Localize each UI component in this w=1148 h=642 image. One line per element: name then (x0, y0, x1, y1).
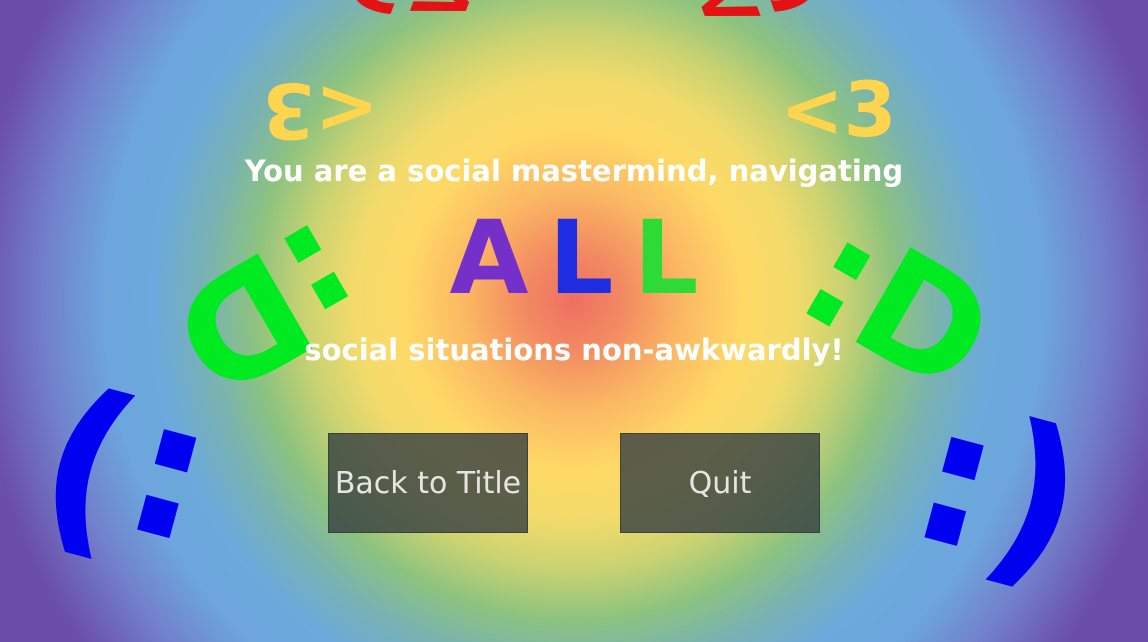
ending-screen: <3 <3 <3 <3 :D :D :) :) You are a social… (0, 0, 1148, 642)
highlight-letter: L (548, 199, 614, 318)
heart-emote-icon: <3 (337, 0, 492, 58)
ending-message-line-1: You are a social mastermind, navigating (244, 154, 904, 188)
heart-emote-icon: <3 (262, 66, 379, 155)
back-to-title-button[interactable]: Back to Title (328, 433, 528, 533)
quit-button[interactable]: Quit (620, 433, 820, 533)
smile-emote-icon: :) (14, 357, 229, 614)
heart-emote-icon: <3 (780, 65, 897, 154)
heart-emote-icon: <3 (677, 0, 832, 58)
ending-message-line-2: social situations non-awkwardly! (304, 333, 844, 367)
highlight-letter: L (633, 199, 699, 318)
highlight-word: ALL (0, 208, 1148, 310)
highlight-letter: A (449, 199, 529, 318)
